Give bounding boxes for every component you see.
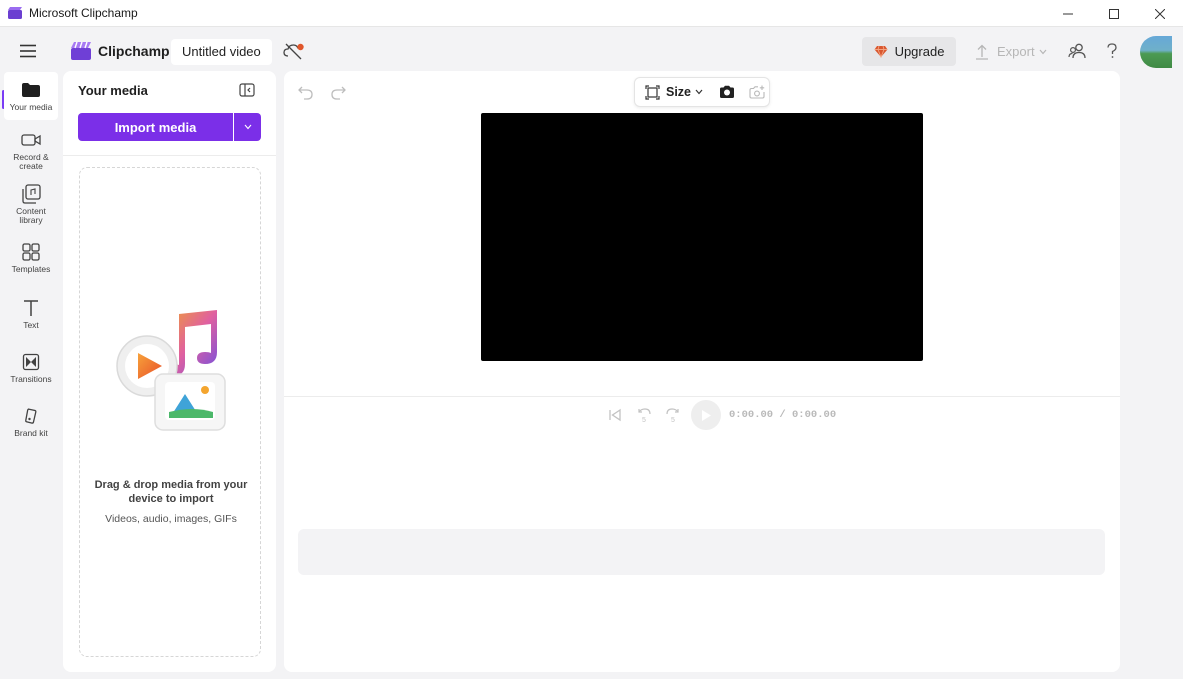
transitions-icon xyxy=(22,353,40,371)
minimize-icon xyxy=(1063,13,1073,14)
upload-icon xyxy=(976,44,988,60)
left-rail: Your media Record & create Content libra… xyxy=(0,72,62,672)
library-icon xyxy=(22,184,41,204)
brand[interactable]: Clipchamp xyxy=(70,41,170,61)
rail-label: Brand kit xyxy=(14,428,48,438)
editor-divider xyxy=(284,396,1120,397)
rail-item-your-media[interactable]: Your media xyxy=(4,72,58,120)
cloud-sync-off-icon[interactable] xyxy=(283,41,305,61)
rail-item-brand-kit[interactable]: Brand kit xyxy=(4,406,58,438)
camera-icon xyxy=(21,134,41,146)
preview-toolbar: Size xyxy=(634,77,770,107)
aspect-ratio-icon xyxy=(645,84,660,100)
redo-icon[interactable] xyxy=(329,83,347,101)
help-icon xyxy=(1107,43,1117,58)
rail-label: Your media xyxy=(9,102,53,112)
rail-label: Content library xyxy=(16,206,46,225)
rail-label: Record & create xyxy=(13,152,49,171)
snapshot-button[interactable] xyxy=(747,82,767,102)
rewind-5s-button[interactable]: 5 xyxy=(633,404,655,426)
rail-label: Transitions xyxy=(10,374,52,384)
hamburger-menu-icon[interactable] xyxy=(19,44,37,58)
rail-item-content-library[interactable]: Content library xyxy=(4,184,58,225)
minimize-button[interactable] xyxy=(1045,0,1091,27)
playback-controls: 5 5 0:00.00 / 0:00.00 xyxy=(604,400,837,430)
svg-text:5: 5 xyxy=(671,417,675,423)
window-titlebar: Microsoft Clipchamp xyxy=(0,0,1183,27)
clipchamp-app-icon xyxy=(8,7,22,19)
rail-item-transitions[interactable]: Transitions xyxy=(4,352,58,384)
video-title-field[interactable]: Untitled video xyxy=(171,39,272,65)
rewind-5-icon: 5 xyxy=(638,408,651,423)
media-dropzone[interactable]: Drag & drop media from your device to im… xyxy=(79,167,261,657)
chevron-down-icon xyxy=(1039,49,1047,54)
rail-label: Text xyxy=(23,320,39,330)
maximize-icon xyxy=(1109,8,1119,19)
editor-area: Size 5 5 0:00.00 / 0:00.00 xyxy=(284,71,1120,672)
share-users-button[interactable] xyxy=(1067,41,1087,61)
text-icon xyxy=(24,300,38,316)
rail-label: Templates xyxy=(11,264,51,274)
app-header: Clipchamp Untitled video Upgrade Export xyxy=(0,28,1183,72)
rail-item-record-create[interactable]: Record & create xyxy=(4,130,58,171)
export-label: Export xyxy=(997,44,1035,59)
play-button[interactable] xyxy=(691,400,721,430)
rail-item-text[interactable]: Text xyxy=(4,298,58,330)
dropzone-instructions: Drag & drop media from your device to im… xyxy=(94,479,248,505)
skip-to-start-icon xyxy=(609,408,621,422)
import-media-button[interactable]: Import media xyxy=(78,113,233,141)
chevron-down-icon xyxy=(244,124,251,130)
timeline-track[interactable] xyxy=(298,529,1105,575)
play-icon xyxy=(702,409,711,421)
close-icon xyxy=(1155,8,1165,19)
export-button[interactable]: Export xyxy=(975,37,1047,66)
undo-icon[interactable] xyxy=(297,83,315,101)
user-avatar[interactable] xyxy=(1140,36,1172,68)
size-button[interactable]: Size xyxy=(645,84,703,100)
brand-name: Clipchamp xyxy=(98,43,170,59)
media-panel-title: Your media xyxy=(78,83,148,98)
forward-5s-button[interactable]: 5 xyxy=(662,404,684,426)
camera-background-icon xyxy=(720,85,735,98)
panel-divider xyxy=(63,155,276,156)
skip-to-start-button[interactable] xyxy=(604,404,626,426)
collapse-panel-icon[interactable] xyxy=(239,83,255,97)
chevron-down-icon xyxy=(695,89,703,95)
window-title: Microsoft Clipchamp xyxy=(29,6,138,20)
brand-kit-icon xyxy=(25,408,37,424)
people-icon xyxy=(1068,43,1086,59)
size-label: Size xyxy=(666,85,692,99)
maximize-button[interactable] xyxy=(1091,0,1137,27)
forward-5-icon: 5 xyxy=(666,408,679,423)
media-illustration-icon xyxy=(116,310,226,431)
upgrade-label: Upgrade xyxy=(894,44,945,59)
media-panel: Your media Import media Drag & drop medi… xyxy=(63,71,276,672)
screenshot-icon xyxy=(749,85,765,99)
svg-text:5: 5 xyxy=(642,417,646,423)
folder-icon xyxy=(22,83,40,97)
video-preview-canvas[interactable] xyxy=(481,113,923,361)
timecode-display: 0:00.00 / 0:00.00 xyxy=(729,409,837,421)
import-options-button[interactable] xyxy=(234,113,261,141)
diamond-icon xyxy=(874,45,888,58)
rail-item-templates[interactable]: Templates xyxy=(4,242,58,274)
help-button[interactable] xyxy=(1102,41,1122,61)
background-button[interactable] xyxy=(717,82,737,102)
close-button[interactable] xyxy=(1137,0,1183,27)
clipchamp-logo-icon xyxy=(71,41,91,60)
dropzone-supported-types: Videos, audio, images, GIFs xyxy=(105,513,237,525)
upgrade-button[interactable]: Upgrade xyxy=(862,37,956,66)
templates-icon xyxy=(22,243,40,261)
